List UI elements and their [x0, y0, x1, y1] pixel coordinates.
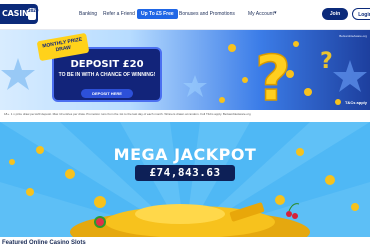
coin-decoration — [351, 203, 359, 211]
coin-decoration — [293, 41, 299, 47]
star-decoration — [183, 75, 207, 97]
coin-decoration — [26, 188, 34, 196]
logo-badge: 2020 — [28, 8, 39, 20]
coin-pile — [135, 204, 225, 224]
coin-decoration — [65, 169, 75, 179]
nav-link-free-offer[interactable]: Up To £5 Free — [137, 9, 178, 19]
jackpot-amount: £74,843.63 — [135, 165, 235, 181]
deposit-subtext: TO BE IN WITH A CHANCE OF WINNING! — [58, 72, 156, 78]
terms-text: 18+. 1 x prize draw per £20 deposit. Max… — [0, 110, 370, 122]
coin-decoration — [228, 44, 236, 52]
coin-decoration — [219, 97, 225, 103]
mega-jackpot-section: MEGA JACKPOT £74,843.63 — [0, 122, 370, 237]
watermelon-decoration-inner — [96, 218, 104, 226]
nav-link-bonuses[interactable]: Bonuses and Promotions — [179, 11, 235, 17]
coin-decoration — [275, 195, 285, 205]
question-mark-decoration: ? — [320, 49, 333, 74]
coin-decoration — [335, 99, 341, 105]
nav-link-banking[interactable]: Banking — [79, 11, 97, 17]
nav-link-refer-a-friend[interactable]: Refer a Friend — [103, 11, 135, 17]
featured-slots-heading: Featured Online Casino Slots — [0, 237, 370, 250]
cherry-decoration — [286, 211, 292, 217]
deposit-headline: DEPOSIT £20 — [70, 59, 144, 70]
login-button[interactable]: Login — [352, 8, 370, 20]
gamble-aware-text: BeGambleAware.org — [339, 34, 367, 38]
star-decoration — [333, 60, 367, 92]
nav-link-my-account[interactable]: My Account — [248, 11, 274, 17]
cherry-decoration — [292, 213, 298, 219]
jackpot-title: MEGA JACKPOT — [113, 145, 257, 164]
coin-decoration — [325, 175, 335, 185]
coin-decoration — [94, 196, 106, 208]
deposit-here-button[interactable]: DEPOSIT HERE — [81, 89, 133, 98]
top-navigation-bar: CASINO 2020 Banking Refer a Friend Up To… — [0, 0, 370, 30]
prize-draw-banner[interactable]: ? ? DEPOSIT £20 TO BE IN WITH A CHANCE O… — [0, 30, 370, 110]
coin-decoration — [286, 70, 294, 78]
question-mark-decoration: ? — [255, 42, 291, 110]
star-decoration — [1, 58, 35, 90]
casino-logo[interactable]: CASINO 2020 — [0, 4, 39, 24]
join-button[interactable]: Join — [322, 8, 348, 20]
coin-decoration — [304, 88, 312, 96]
chevron-down-icon[interactable]: ▾ — [274, 10, 277, 16]
coin-decoration — [242, 77, 248, 83]
tcs-apply-text: T&Cs apply — [344, 100, 367, 105]
